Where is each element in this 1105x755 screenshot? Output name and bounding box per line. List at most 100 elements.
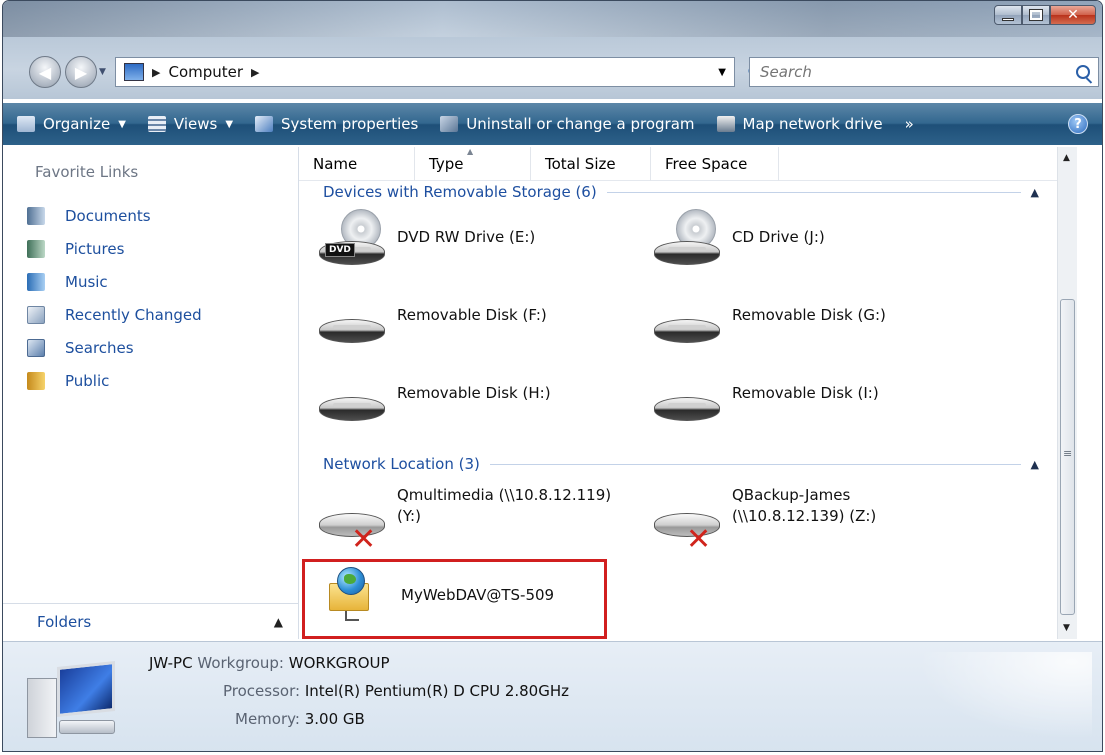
back-arrow-icon: ◀ bbox=[38, 62, 52, 82]
computer-name: JW-PC bbox=[149, 654, 193, 672]
address-bar[interactable]: ▶ Computer ▶ ▼ bbox=[115, 57, 735, 87]
views-button[interactable]: Views ▼ bbox=[147, 115, 233, 133]
details-pane: JW-PC Workgroup: WORKGROUP Processor: In… bbox=[3, 641, 1102, 751]
sidebar-item-documents[interactable]: Documents bbox=[27, 199, 202, 232]
drive-label: Removable Disk (H:) bbox=[397, 384, 551, 402]
back-button[interactable]: ◀ bbox=[29, 56, 61, 88]
organize-label: Organize bbox=[43, 115, 111, 133]
sort-ascending-icon: ▲ bbox=[467, 147, 474, 156]
search-input[interactable] bbox=[760, 63, 1050, 81]
address-dropdown-icon[interactable]: ▼ bbox=[718, 67, 726, 78]
search-icon[interactable] bbox=[1076, 65, 1090, 79]
maximize-button[interactable] bbox=[1022, 5, 1050, 25]
system-properties-button[interactable]: System properties bbox=[255, 115, 418, 133]
group-header-network[interactable]: Network Location (3) ▲ bbox=[323, 455, 1059, 473]
minimize-icon bbox=[1002, 17, 1014, 21]
computer-icon bbox=[124, 63, 144, 81]
search-box[interactable] bbox=[749, 57, 1099, 87]
drive-item-i[interactable]: Removable Disk (I:) bbox=[654, 369, 879, 427]
scroll-down-icon[interactable]: ▼ bbox=[1063, 623, 1070, 633]
sidebar-item-recently-changed[interactable]: Recently Changed bbox=[27, 298, 202, 331]
explorer-window: ✕ ◀ ▶ ▼ ▶ Computer ▶ ▼ ⟳ Organize ▼ View… bbox=[2, 0, 1103, 752]
drive-item-g[interactable]: Removable Disk (G:) bbox=[654, 291, 886, 349]
sidebar-item-label: Searches bbox=[65, 338, 134, 357]
sidebar-item-label: Music bbox=[65, 272, 108, 291]
processor-label: Processor: bbox=[223, 682, 301, 700]
scroll-up-icon[interactable]: ▲ bbox=[1063, 153, 1070, 163]
title-bar: ✕ ◀ ▶ ▼ ▶ Computer ▶ ▼ ⟳ bbox=[3, 1, 1102, 99]
recent-pages-dropdown[interactable]: ▼ bbox=[99, 67, 106, 77]
memory-value: 3.00 GB bbox=[304, 710, 365, 728]
organize-icon bbox=[17, 116, 35, 132]
sidebar-item-label: Recently Changed bbox=[65, 305, 202, 324]
map-network-drive-button[interactable]: Map network drive bbox=[716, 115, 883, 133]
disconnected-x-icon: ✕ bbox=[351, 522, 377, 557]
close-icon: ✕ bbox=[1067, 7, 1079, 23]
sidebar-item-public[interactable]: Public bbox=[27, 364, 202, 397]
folders-label: Folders bbox=[37, 612, 92, 631]
more-commands-icon: » bbox=[904, 115, 914, 133]
drive-item-h[interactable]: Removable Disk (H:) bbox=[319, 369, 551, 427]
removable-disk-icon bbox=[654, 389, 722, 427]
column-header-free-space[interactable]: Free Space bbox=[651, 147, 779, 181]
music-icon bbox=[27, 272, 45, 291]
disconnected-network-drive-icon: ✕ bbox=[654, 505, 722, 555]
documents-icon bbox=[27, 206, 45, 225]
removable-disk-icon bbox=[654, 311, 722, 349]
disconnected-network-drive-icon: ✕ bbox=[319, 505, 387, 555]
chevron-right-icon[interactable]: ▶ bbox=[152, 66, 160, 79]
public-folder-icon bbox=[27, 371, 45, 390]
uninstall-program-label: Uninstall or change a program bbox=[466, 115, 695, 133]
details-memory-row: Memory: 3.00 GB bbox=[235, 710, 365, 728]
minimize-button[interactable] bbox=[994, 5, 1022, 25]
help-button[interactable]: ? bbox=[1068, 114, 1088, 134]
sidebar-item-music[interactable]: Music bbox=[27, 265, 202, 298]
drive-label: CD Drive (J:) bbox=[732, 228, 825, 246]
column-header-total-size[interactable]: Total Size bbox=[531, 147, 651, 181]
workgroup-value: WORKGROUP bbox=[288, 654, 390, 672]
scrollbar-grip-icon: ≡ bbox=[1063, 447, 1073, 460]
sidebar-item-label: Pictures bbox=[65, 239, 125, 258]
drive-item-f[interactable]: Removable Disk (F:) bbox=[319, 291, 547, 349]
column-name-label: Name bbox=[313, 155, 358, 173]
network-drive-qbackup[interactable]: ✕ QBackup-James (\\10.8.12.139) (Z:) bbox=[654, 485, 877, 555]
drive-label: QBackup-James (\\10.8.12.139) (Z:) bbox=[732, 486, 877, 525]
sidebar-item-pictures[interactable]: Pictures bbox=[27, 232, 202, 265]
system-properties-icon bbox=[255, 116, 274, 132]
drive-item-dvd[interactable]: DVD DVD RW Drive (E:) bbox=[319, 209, 535, 271]
uninstall-program-icon bbox=[440, 116, 459, 132]
command-bar: Organize ▼ Views ▼ System properties Uni… bbox=[3, 103, 1102, 145]
column-header-name[interactable]: Name bbox=[299, 147, 415, 181]
chevron-up-icon: ▲ bbox=[273, 614, 283, 629]
drive-item-cd[interactable]: CD Drive (J:) bbox=[654, 209, 825, 271]
forward-button[interactable]: ▶ bbox=[65, 56, 97, 88]
forward-arrow-icon: ▶ bbox=[74, 62, 88, 82]
help-icon: ? bbox=[1074, 116, 1082, 132]
favorite-links-title: Favorite Links bbox=[35, 163, 139, 181]
chevron-up-icon[interactable]: ▲ bbox=[1031, 458, 1039, 471]
uninstall-program-button[interactable]: Uninstall or change a program bbox=[440, 115, 695, 133]
sidebar-item-searches[interactable]: Searches bbox=[27, 331, 202, 364]
group-header-label: Devices with Removable Storage (6) bbox=[323, 183, 597, 201]
group-header-removable[interactable]: Devices with Removable Storage (6) ▲ bbox=[323, 183, 1059, 201]
chevron-right-icon[interactable]: ▶ bbox=[251, 66, 259, 79]
sidebar-item-label: Documents bbox=[65, 206, 151, 225]
folders-toggle[interactable]: Folders ▲ bbox=[3, 603, 299, 639]
more-commands-button[interactable]: » bbox=[905, 115, 914, 133]
memory-label: Memory: bbox=[235, 710, 300, 728]
group-header-label: Network Location (3) bbox=[323, 455, 480, 473]
column-type-label: Type bbox=[429, 155, 464, 173]
close-button[interactable]: ✕ bbox=[1050, 5, 1096, 25]
dvd-badge: DVD bbox=[325, 243, 355, 257]
vertical-scrollbar[interactable]: ▲ ≡ ▼ bbox=[1057, 147, 1077, 639]
searches-icon bbox=[27, 338, 45, 357]
decorative-swirl bbox=[892, 652, 1092, 751]
breadcrumb-computer[interactable]: Computer bbox=[168, 63, 243, 81]
column-header-type[interactable]: ▲ Type bbox=[415, 147, 531, 181]
favorite-links-list: Documents Pictures Music Recently Change… bbox=[27, 199, 202, 397]
organize-button[interactable]: Organize ▼ bbox=[17, 115, 126, 133]
chevron-up-icon[interactable]: ▲ bbox=[1031, 186, 1039, 199]
network-drive-qmultimedia[interactable]: ✕ Qmultimedia (\\10.8.12.119) (Y:) bbox=[319, 485, 611, 555]
system-properties-label: System properties bbox=[281, 115, 419, 133]
sidebar-item-label: Public bbox=[65, 371, 110, 390]
